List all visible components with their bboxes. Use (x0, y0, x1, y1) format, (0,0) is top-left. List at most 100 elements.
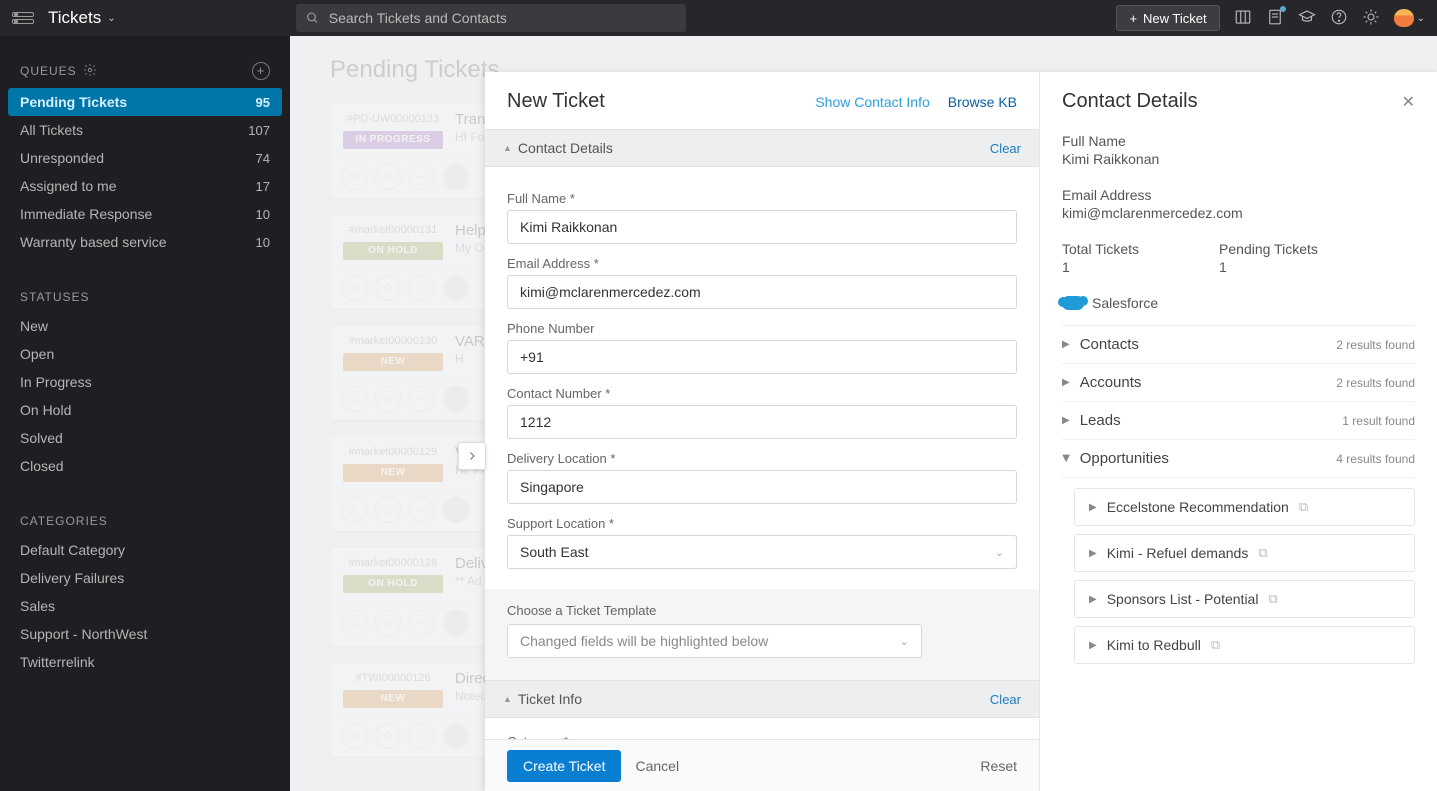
related-group-name: Leads (1080, 412, 1121, 429)
email-input[interactable] (507, 275, 1017, 309)
queue-count: 17 (256, 179, 270, 194)
add-queue-button[interactable]: + (252, 62, 270, 80)
clear-contact-button[interactable]: Clear (990, 141, 1021, 156)
ticket-template-select[interactable]: Changed fields will be highlighted below… (507, 624, 922, 658)
related-group[interactable]: ▶Accounts2 results found (1062, 364, 1415, 402)
chevron-down-icon: ⌄ (900, 635, 909, 648)
academy-icon[interactable] (1298, 8, 1316, 29)
gear-icon[interactable] (83, 63, 97, 80)
settings-sun-icon[interactable] (1362, 8, 1380, 29)
queue-count: 107 (248, 123, 270, 138)
related-group-name: Opportunities (1080, 450, 1169, 467)
section-ticket-info[interactable]: ▲ Ticket Info Clear (485, 680, 1039, 718)
statuses-label: STATUSES (20, 290, 90, 304)
sidebar-queue-item[interactable]: Immediate Response10 (0, 200, 290, 228)
queues-heading: QUEUES + (0, 46, 290, 88)
sidebar-category-item[interactable]: Default Category (0, 536, 290, 564)
related-group[interactable]: ▶Leads1 result found (1062, 402, 1415, 440)
related-group-count: 1 result found (1342, 414, 1415, 428)
sidebar-category-item[interactable]: Sales (0, 592, 290, 620)
new-ticket-button[interactable]: + New Ticket (1116, 5, 1219, 31)
opportunity-name: Sponsors List - Potential (1107, 591, 1259, 607)
sidebar-queue-item[interactable]: Unresponded74 (0, 144, 290, 172)
opportunity-item[interactable]: ▶Eccelstone Recommendation⧉ (1074, 488, 1415, 526)
section-contact-details[interactable]: ▲ Contact Details Clear (485, 129, 1039, 167)
notepad-icon[interactable] (1266, 8, 1284, 29)
related-group[interactable]: ▶Opportunities4 results found (1062, 440, 1415, 478)
queue-label: Unresponded (20, 150, 104, 166)
sidebar-queue-item[interactable]: Pending Tickets95 (8, 88, 282, 116)
status-label: In Progress (20, 374, 92, 390)
new-ticket-modal: New Ticket Show Contact Info Browse KB ▲… (485, 72, 1437, 791)
external-link-icon[interactable]: ⧉ (1299, 499, 1308, 515)
sidebar-status-item[interactable]: On Hold (0, 396, 290, 424)
related-group-count: 2 results found (1336, 376, 1415, 390)
sidebar-status-item[interactable]: Solved (0, 424, 290, 452)
app-title-label: Tickets (48, 8, 101, 28)
support-location-select[interactable]: South East ⌄ (507, 535, 1017, 569)
global-search[interactable] (296, 4, 686, 32)
categories-label: CATEGORIES (20, 514, 108, 528)
sidebar-category-item[interactable]: Delivery Failures (0, 564, 290, 592)
collapse-icon: ▲ (503, 143, 512, 153)
topbar-icons: ⌄ (1234, 8, 1425, 29)
user-menu[interactable]: ⌄ (1394, 9, 1425, 27)
queue-label: Assigned to me (20, 178, 117, 194)
show-contact-info-link[interactable]: Show Contact Info (815, 94, 929, 110)
close-icon[interactable]: ✕ (1402, 92, 1415, 112)
sidebar: QUEUES + Pending Tickets95All Tickets107… (0, 36, 290, 791)
search-input[interactable] (329, 10, 676, 26)
related-group-name: Contacts (1080, 336, 1139, 353)
sidebar-category-item[interactable]: Twitterrelink (0, 648, 290, 676)
external-link-icon[interactable]: ⧉ (1268, 591, 1277, 607)
help-icon[interactable] (1330, 8, 1348, 29)
chevron-right-icon (466, 450, 478, 462)
opportunity-item[interactable]: ▶Kimi - Refuel demands⧉ (1074, 534, 1415, 572)
phone-input[interactable] (507, 340, 1017, 374)
queue-label: Immediate Response (20, 206, 152, 222)
delivery-location-input[interactable] (507, 470, 1017, 504)
categories-heading: CATEGORIES (0, 498, 290, 536)
reset-button[interactable]: Reset (980, 758, 1017, 774)
related-group-name: Accounts (1080, 374, 1142, 391)
sidebar-category-item[interactable]: Support - NorthWest (0, 620, 290, 648)
plus-icon: + (1129, 11, 1137, 26)
template-label: Choose a Ticket Template (507, 603, 1017, 618)
sidebar-status-item[interactable]: In Progress (0, 368, 290, 396)
opportunity-item[interactable]: ▶Sponsors List - Potential⧉ (1074, 580, 1415, 618)
browse-kb-link[interactable]: Browse KB (948, 94, 1017, 110)
support-location-value: South East (520, 544, 589, 560)
external-link-icon[interactable]: ⧉ (1211, 637, 1220, 653)
contact-details-panel: Contact Details ✕ Full Name Kimi Raikkon… (1040, 72, 1437, 791)
sidebar-queue-item[interactable]: Warranty based service 10 (0, 228, 290, 256)
expand-panel-button[interactable] (458, 442, 486, 470)
clear-ticket-button[interactable]: Clear (990, 692, 1021, 707)
opportunity-name: Eccelstone Recommendation (1107, 499, 1289, 515)
salesforce-integration[interactable]: Salesforce (1062, 295, 1415, 326)
sidebar-status-item[interactable]: Closed (0, 452, 290, 480)
chevron-down-icon: ⌄ (995, 546, 1004, 559)
opportunity-item[interactable]: ▶Kimi to Redbull⧉ (1074, 626, 1415, 664)
queue-label: Warranty based service (20, 234, 167, 250)
phone-label: Phone Number (507, 321, 1017, 336)
cancel-button[interactable]: Cancel (635, 758, 679, 774)
related-group[interactable]: ▶Contacts2 results found (1062, 326, 1415, 364)
sidebar-queue-item[interactable]: All Tickets107 (0, 116, 290, 144)
app-title-dropdown[interactable]: Tickets ⌄ (48, 8, 116, 28)
new-ticket-label: New Ticket (1143, 11, 1207, 26)
contact-email-label: Email Address (1062, 187, 1415, 203)
external-link-icon[interactable]: ⧉ (1258, 545, 1267, 561)
sidebar-status-item[interactable]: Open (0, 340, 290, 368)
contact-number-input[interactable] (507, 405, 1017, 439)
category-label: Default Category (20, 542, 125, 558)
full-name-input[interactable] (507, 210, 1017, 244)
map-icon[interactable] (1234, 8, 1252, 29)
sidebar-status-item[interactable]: New (0, 312, 290, 340)
collapse-icon: ▲ (503, 694, 512, 704)
section-ticket-label: Ticket Info (518, 691, 582, 707)
status-label: Solved (20, 430, 63, 446)
statuses-heading: STATUSES (0, 274, 290, 312)
create-ticket-button[interactable]: Create Ticket (507, 750, 621, 782)
queue-count: 10 (256, 235, 270, 250)
sidebar-queue-item[interactable]: Assigned to me 17 (0, 172, 290, 200)
